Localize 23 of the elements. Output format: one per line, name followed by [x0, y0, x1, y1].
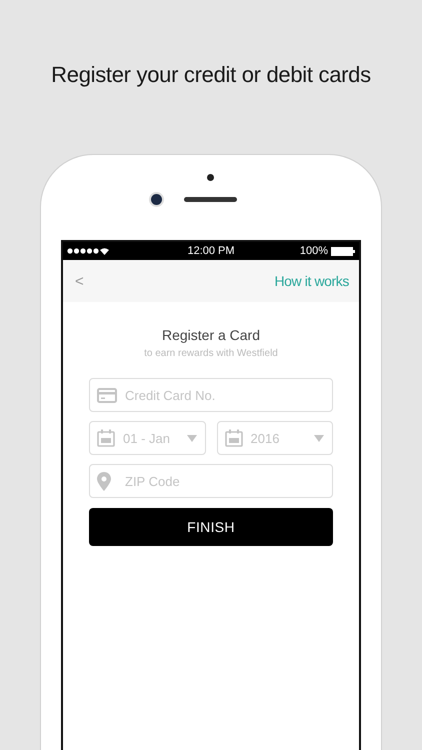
form-title: Register a Card: [162, 327, 260, 343]
speaker-grille: [184, 197, 237, 202]
finish-button[interactable]: FINISH: [89, 508, 333, 546]
location-pin-icon: [97, 472, 111, 490]
how-it-works-link[interactable]: How it works: [274, 273, 349, 289]
card-icon: [97, 388, 117, 402]
zip-code-field[interactable]: ZIP Code: [89, 464, 333, 498]
caret-icon: [186, 434, 196, 442]
date-dropdown[interactable]: 01 - Jan: [89, 421, 206, 455]
battery-icon: [331, 246, 355, 256]
signal-icon: [67, 247, 109, 255]
sensor-icon: [207, 174, 214, 181]
status-time: 12:00 PM: [187, 245, 235, 257]
headline: Register your credit or debit cards: [51, 62, 371, 89]
card-number-field[interactable]: Credit Card No.: [89, 378, 333, 412]
back-button[interactable]: <: [75, 272, 84, 290]
calendar-icon: [224, 429, 242, 447]
calendar-icon: [97, 429, 115, 447]
battery-percent: 100%: [300, 245, 328, 257]
form-subtitle: to earn rewards with Westfield: [144, 348, 278, 359]
date-dropdown[interactable]: 2016: [216, 421, 333, 455]
camera-icon: [151, 194, 162, 205]
caret-icon: [314, 434, 324, 442]
